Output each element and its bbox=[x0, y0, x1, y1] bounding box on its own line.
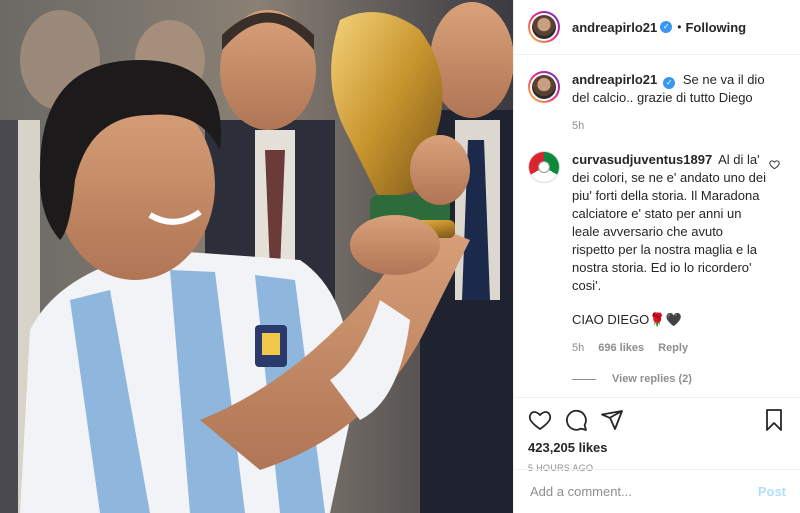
verified-badge-icon: ✓ bbox=[663, 77, 676, 89]
action-bar: 423,205 likes 5 HOURS AGO bbox=[514, 397, 800, 473]
caption-username[interactable]: andreapirlo21 bbox=[572, 72, 657, 87]
comment-icon[interactable] bbox=[564, 408, 588, 432]
caption: andreapirlo21 ✓ Se ne va il dio del calci… bbox=[528, 71, 786, 135]
bookmark-icon[interactable] bbox=[762, 408, 786, 432]
author-username[interactable]: andreapirlo21 bbox=[572, 20, 657, 35]
separator-dot: • bbox=[677, 20, 682, 34]
comment-item: curvasudjuventus1897 Al di la' dei color… bbox=[528, 151, 786, 357]
post-header: andreapirlo21 ✓ • Following bbox=[514, 0, 800, 55]
view-replies-label: View replies (2) bbox=[612, 373, 692, 385]
comment-time[interactable]: 5h bbox=[572, 339, 584, 357]
likes-count[interactable]: 423,205 likes bbox=[528, 440, 786, 455]
caption-avatar[interactable] bbox=[528, 71, 560, 103]
caption-time[interactable]: 5h bbox=[572, 117, 584, 135]
view-replies-button[interactable]: View replies (2) bbox=[572, 373, 786, 385]
share-icon[interactable] bbox=[600, 408, 624, 432]
comments-section[interactable]: andreapirlo21 ✓ Se ne va il dio del calci… bbox=[514, 55, 800, 397]
heart-icon[interactable] bbox=[528, 408, 552, 432]
instagram-post: andreapirlo21 ✓ • Following andreapirlo2… bbox=[0, 0, 800, 513]
comment-text: Al di la' dei colori, se ne e' andato un… bbox=[572, 152, 767, 293]
comment-text-2: CIAO DIEGO🌹🖤 bbox=[572, 312, 682, 327]
following-button[interactable]: Following bbox=[685, 20, 746, 35]
photo-illustration bbox=[0, 0, 513, 513]
verified-badge-icon: ✓ bbox=[660, 21, 673, 33]
post-sidebar: andreapirlo21 ✓ • Following andreapirlo2… bbox=[513, 0, 800, 513]
comment-composer: Post bbox=[514, 469, 800, 513]
commenter-avatar[interactable] bbox=[528, 151, 560, 183]
reply-button[interactable]: Reply bbox=[658, 339, 688, 357]
comment-likes[interactable]: 696 likes bbox=[598, 339, 644, 357]
post-comment-button[interactable]: Post bbox=[758, 484, 786, 499]
comment-like-heart-icon[interactable] bbox=[769, 159, 780, 170]
author-avatar[interactable] bbox=[528, 11, 560, 43]
add-comment-input[interactable] bbox=[528, 483, 758, 500]
post-photo[interactable] bbox=[0, 0, 513, 513]
comment-username[interactable]: curvasudjuventus1897 bbox=[572, 152, 712, 167]
replies-divider bbox=[572, 378, 596, 380]
